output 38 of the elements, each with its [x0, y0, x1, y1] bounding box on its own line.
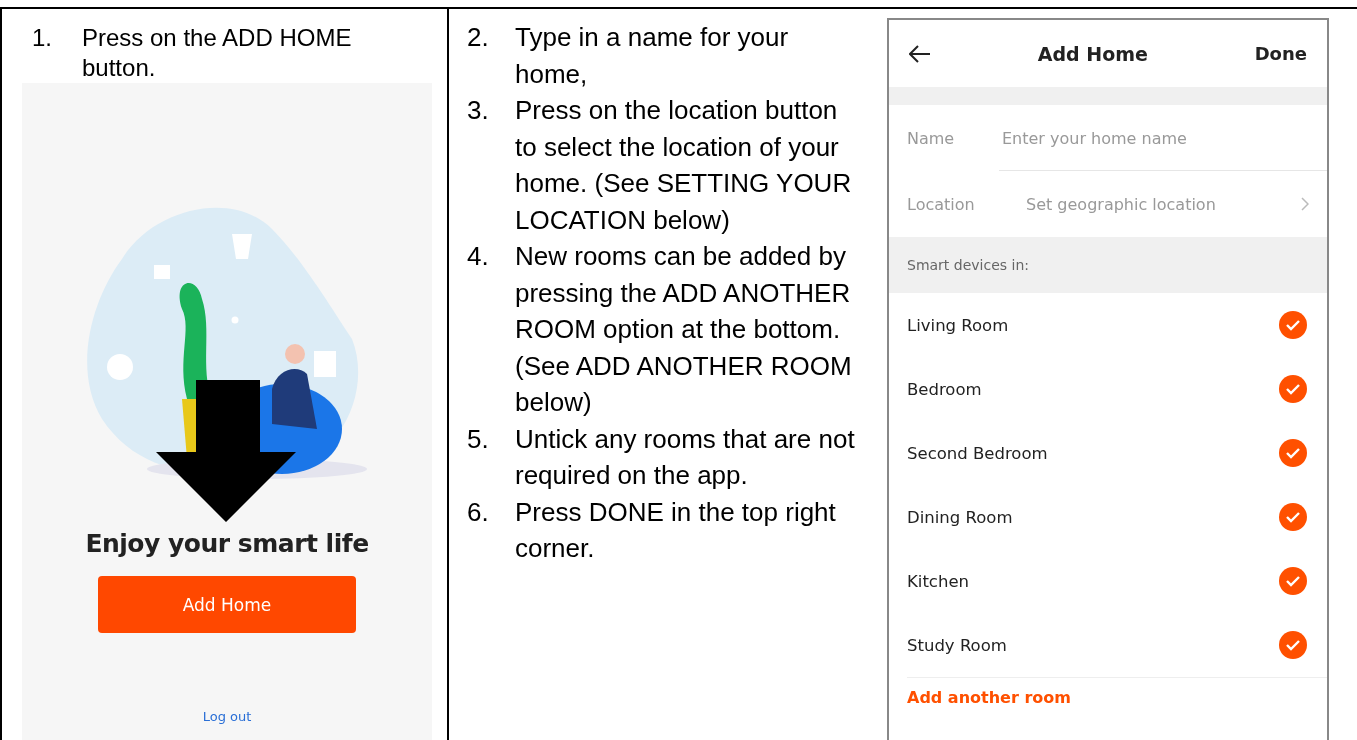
- step-number: 6.: [467, 495, 490, 529]
- back-arrow-icon[interactable]: [909, 44, 931, 63]
- section-heading: Smart devices in:: [907, 257, 1029, 273]
- check-icon[interactable]: [1279, 439, 1307, 467]
- done-button[interactable]: Done: [1254, 43, 1307, 64]
- room-name: Study Room: [907, 635, 1007, 655]
- room-name: Bedroom: [907, 379, 982, 399]
- check-icon[interactable]: [1279, 631, 1307, 659]
- step-number: 4.: [467, 240, 490, 273]
- check-icon[interactable]: [1279, 567, 1307, 595]
- text-field[interactable]: Enter your home name: [1000, 127, 1309, 149]
- step-text: Untick any rooms that are not required on the app.: [515, 422, 856, 492]
- field-label: Location: [907, 194, 976, 214]
- room-name: Second Bedroom: [907, 443, 1048, 463]
- add-room-link[interactable]: Add another room: [907, 688, 1071, 707]
- step-text: Type in a name for your home,: [515, 21, 790, 91]
- step-number: 3.: [467, 94, 490, 127]
- down-arrow-icon: [156, 380, 296, 522]
- step-number: 5.: [467, 422, 490, 456]
- step-text: Press on the location button to select the location of your home. (See SETTING YOUR LOCATION below): [515, 94, 853, 237]
- text-field[interactable]: Set geographic location: [1024, 193, 1301, 215]
- step-number: 1.: [32, 23, 53, 53]
- room-name: Dining Room: [907, 507, 1013, 527]
- step-number: 2.: [467, 21, 490, 54]
- room-name: Kitchen: [907, 571, 969, 591]
- room-name: Living Room: [907, 315, 1009, 335]
- check-icon[interactable]: [1279, 375, 1307, 403]
- field-label: Name: [907, 128, 956, 148]
- step-text: Press on the ADD HOME button.: [82, 23, 353, 83]
- add-home-button[interactable]: Add Home: [98, 576, 356, 633]
- step-text: New rooms can be added by pressing the ADD ANOTHER ROOM option at the bottom. (See ADD ANOTHER ROOM below): [515, 240, 853, 419]
- welcome-title: Enjoy your smart life: [85, 529, 369, 558]
- log-out-link[interactable]: Log out: [202, 709, 252, 724]
- check-icon[interactable]: [1279, 311, 1307, 339]
- step-text: Press DONE in the top right corner.: [515, 495, 837, 565]
- screen-title: Add Home: [1037, 42, 1148, 65]
- chevron-right-icon[interactable]: [1301, 197, 1309, 211]
- check-icon[interactable]: [1279, 503, 1307, 531]
